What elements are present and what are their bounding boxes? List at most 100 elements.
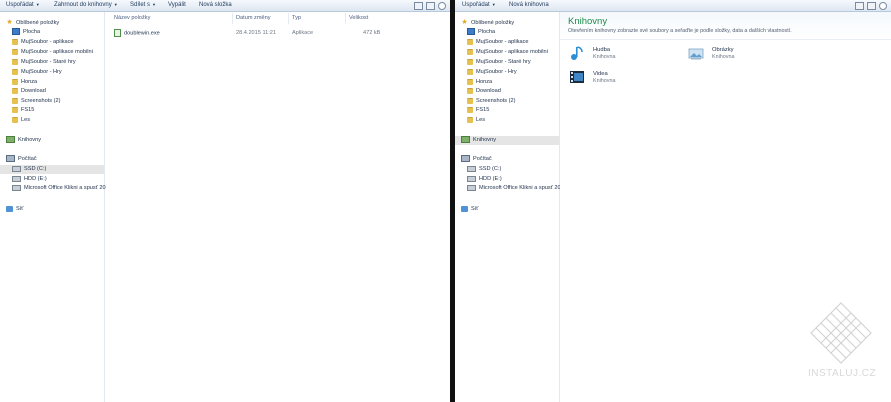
- star-icon: ★: [6, 19, 13, 26]
- drive-icon: [467, 175, 476, 182]
- column-date[interactable]: Datum změny: [236, 15, 271, 21]
- column-divider[interactable]: [232, 13, 233, 24]
- command-bar: Uspořádat ▼ Zahrnout do knihovny ▼ Sdílet …: [0, 0, 450, 12]
- chevron-down-icon: ▼: [35, 2, 40, 7]
- nav-libraries[interactable]: Knihovny: [6, 136, 41, 145]
- library-tile-music[interactable]: Hudba Knihovna: [569, 45, 669, 65]
- nav-libraries[interactable]: Knihovny: [455, 136, 559, 145]
- column-divider[interactable]: [288, 13, 289, 24]
- watermark-text: INSTALUJ.CZ: [808, 368, 877, 379]
- nav-drive-ssd[interactable]: SSD (C:): [0, 165, 104, 174]
- new-folder-button[interactable]: Nová složka: [199, 2, 232, 8]
- folder-icon: [467, 116, 473, 123]
- folder-icon: [467, 68, 473, 75]
- folder-icon: [467, 106, 473, 113]
- view-controls: [411, 2, 446, 12]
- library-kind: Knihovna: [593, 78, 616, 84]
- help-icon[interactable]: [879, 2, 887, 10]
- chevron-down-icon: ▼: [113, 2, 118, 7]
- help-icon[interactable]: [438, 2, 446, 10]
- preview-pane-icon[interactable]: [426, 2, 435, 10]
- nav-item-folder[interactable]: Download: [12, 87, 46, 96]
- folder-icon: [467, 38, 473, 45]
- column-divider[interactable]: [345, 13, 346, 24]
- file-name-cell: doublewin.exe: [114, 29, 160, 38]
- nav-item-folder[interactable]: MujSoubor - aplikace mobilni: [12, 48, 93, 57]
- nav-item-folder[interactable]: MujSoubor - aplikace: [12, 38, 74, 47]
- nav-item-folder[interactable]: FS15: [467, 106, 489, 115]
- drive-icon: [12, 184, 21, 191]
- column-type[interactable]: Typ: [292, 15, 301, 21]
- share-with-button[interactable]: Sdílet s ▼: [130, 2, 156, 8]
- folder-icon: [12, 48, 18, 55]
- navigation-pane: ★ Oblíbené položky Plocha MujSoubor - apl…: [0, 12, 106, 402]
- libraries-header: Knihovny Otevřením knihovny zobrazte své…: [560, 12, 891, 40]
- nav-item-desktop[interactable]: Plocha: [467, 28, 495, 37]
- nav-item-folder[interactable]: FS15: [12, 106, 34, 115]
- nav-drive-hdd[interactable]: HDD (E:): [467, 175, 502, 184]
- page-subtitle: Otevřením knihovny zobrazte své soubory …: [568, 28, 792, 34]
- nav-item-folder[interactable]: Les: [467, 116, 485, 125]
- folder-icon: [12, 116, 18, 123]
- nav-item-folder[interactable]: Les: [12, 116, 30, 125]
- folder-icon: [467, 48, 473, 55]
- network-icon: [6, 205, 13, 212]
- column-size[interactable]: Velikost: [349, 15, 368, 21]
- folder-icon: [12, 68, 18, 75]
- star-icon: ★: [461, 19, 468, 26]
- nav-item-folder[interactable]: MujSoubor - Hry: [467, 68, 517, 77]
- nav-item-folder[interactable]: MujSoubor - aplikace: [467, 38, 529, 47]
- nav-item-folder[interactable]: MujSoubor - Hry: [12, 68, 62, 77]
- file-row[interactable]: doublewin.exe 28.4.2015 11:21 Aplikace 4…: [114, 29, 394, 38]
- nav-item-folder[interactable]: Honza: [12, 78, 37, 87]
- computer-icon: [6, 155, 15, 163]
- pictures-library-icon: [688, 48, 704, 60]
- nav-item-folder[interactable]: Honza: [467, 78, 492, 87]
- drive-icon: [467, 165, 476, 172]
- file-type-cell: Aplikace: [292, 30, 314, 36]
- nav-drive-hdd[interactable]: HDD (E:): [12, 175, 47, 184]
- nav-item-folder[interactable]: Screenshots (2): [12, 97, 60, 106]
- nav-item-folder[interactable]: Download: [467, 87, 501, 96]
- library-tile-pictures[interactable]: Obrázky Knihovna: [688, 45, 788, 65]
- nav-network[interactable]: Síť: [6, 205, 23, 214]
- nav-drive-office[interactable]: Microsoft Office Klikni a spusť 20: [467, 184, 561, 193]
- folder-icon: [12, 87, 18, 94]
- organize-button[interactable]: Uspořádat ▼: [6, 2, 40, 8]
- nav-item-desktop[interactable]: Plocha: [12, 28, 40, 37]
- folder-icon: [467, 97, 473, 104]
- nav-favorites[interactable]: ★ Oblíbené položky: [461, 18, 514, 27]
- folder-icon: [12, 97, 18, 104]
- nav-drive-office[interactable]: Microsoft Office Klikni a spusť 20: [12, 184, 106, 193]
- nav-item-folder[interactable]: Screenshots (2): [467, 97, 515, 106]
- folder-icon: [12, 38, 18, 45]
- folder-icon: [467, 87, 473, 94]
- folder-icon: [467, 58, 473, 65]
- new-library-button[interactable]: Nová knihovna: [509, 2, 549, 8]
- explorer-window-left: Uspořádat ▼ Zahrnout do knihovny ▼ Sdílet …: [0, 0, 450, 402]
- include-in-library-button[interactable]: Zahrnout do knihovny ▼: [54, 2, 118, 8]
- burn-button[interactable]: Vypálit: [168, 2, 186, 8]
- nav-item-folder[interactable]: MujSoubor - Staré hry: [12, 58, 76, 67]
- view-options-icon[interactable]: [414, 2, 423, 10]
- nav-item-folder[interactable]: MujSoubor - Staré hry: [467, 58, 531, 67]
- view-controls: [852, 2, 887, 12]
- view-options-icon[interactable]: [855, 2, 864, 10]
- nav-computer[interactable]: Počítač: [6, 155, 37, 164]
- library-name: Hudba: [593, 47, 611, 53]
- organize-button[interactable]: Uspořádat ▼: [462, 2, 496, 8]
- library-tile-videos[interactable]: Videa Knihovna: [569, 69, 669, 89]
- videos-library-icon: [570, 71, 584, 83]
- nav-item-folder[interactable]: MujSoubor - aplikace mobilni: [467, 48, 548, 57]
- folder-icon: [12, 58, 18, 65]
- application-icon: [114, 29, 121, 37]
- drive-icon: [12, 175, 21, 182]
- nav-computer[interactable]: Počítač: [461, 155, 492, 164]
- computer-icon: [461, 155, 470, 163]
- chevron-down-icon: ▼: [152, 2, 156, 7]
- nav-drive-ssd[interactable]: SSD (C:): [467, 165, 501, 174]
- column-name[interactable]: Název položky: [114, 15, 150, 21]
- preview-pane-icon[interactable]: [867, 2, 876, 10]
- nav-network[interactable]: Síť: [461, 205, 478, 214]
- nav-favorites[interactable]: ★ Oblíbené položky: [6, 18, 59, 27]
